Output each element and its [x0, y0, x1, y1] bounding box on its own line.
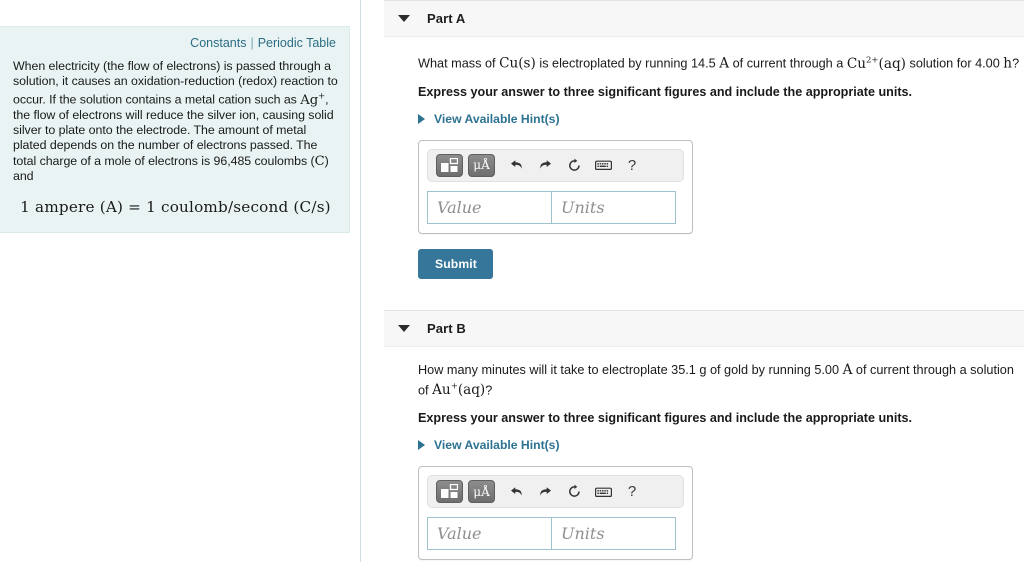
- q-text-2: is electroplated by running 14.5: [535, 56, 720, 71]
- copper-ion-symbol: Cu2+(aq): [846, 55, 906, 72]
- part-a-body: What mass of Cu(s) is electroplated by r…: [384, 37, 1024, 279]
- help-icon[interactable]: ?: [619, 154, 645, 177]
- keyboard-glyph: [594, 160, 612, 171]
- units-micro-angstrom-icon[interactable]: μÅ: [468, 480, 495, 504]
- template-blocks-icon[interactable]: [436, 480, 463, 504]
- undo-icon[interactable]: [503, 154, 529, 177]
- constants-link[interactable]: Constants: [190, 36, 246, 50]
- part-b-units-input[interactable]: [551, 517, 676, 551]
- units-button-label: μÅ: [473, 484, 490, 499]
- reset-glyph: [568, 158, 580, 171]
- redo-icon[interactable]: [532, 480, 558, 503]
- undo-icon[interactable]: [503, 480, 529, 503]
- redo-icon[interactable]: [532, 154, 558, 177]
- gold-ion-symbol: Au+(aq): [432, 381, 486, 399]
- part-a-spacer: [384, 279, 1024, 310]
- reset-icon[interactable]: [561, 154, 587, 177]
- part-a-answer-toolbar: μÅ ?: [427, 148, 684, 182]
- template-blocks-glyph: [441, 484, 458, 499]
- part-b-instruction: Express your answer to three significant…: [418, 411, 913, 426]
- template-blocks-icon[interactable]: [436, 153, 463, 177]
- reset-icon[interactable]: [561, 480, 587, 503]
- undo-glyph: [510, 160, 522, 169]
- part-b-hint-label: View Available Hint(s): [434, 438, 560, 453]
- part-a-answer-box: μÅ ? Value Units: [418, 139, 693, 234]
- part-a-question: What mass of Cu(s) is electroplated by r…: [418, 52, 1024, 73]
- silver-cation-symbol: Ag+: [300, 91, 326, 108]
- help-icon[interactable]: ?: [619, 480, 645, 503]
- chevron-right-icon: [418, 440, 425, 451]
- q-text-5: ?: [1012, 56, 1020, 71]
- part-a-answer-fields: [427, 190, 684, 224]
- part-b-body: How many minutes will it take to electro…: [384, 347, 1024, 562]
- link-separator: |: [250, 36, 254, 50]
- ampere-unit: A: [719, 55, 730, 72]
- help-label: ?: [627, 156, 637, 174]
- q-text-3: of current through a: [729, 56, 847, 71]
- part-a-submit-button[interactable]: Submit: [418, 248, 493, 279]
- reference-links: Constants | Periodic Table: [13, 35, 338, 51]
- part-a-units-input[interactable]: [551, 190, 676, 224]
- chevron-down-icon[interactable]: [398, 15, 410, 22]
- intro-card: Constants | Periodic Table When electricit…: [0, 26, 350, 234]
- chevron-down-icon[interactable]: [398, 324, 410, 332]
- part-b-hint-link[interactable]: View Available Hint(s): [418, 438, 1024, 452]
- hour-unit: h: [1003, 55, 1013, 72]
- units-micro-angstrom-icon[interactable]: μÅ: [468, 153, 495, 177]
- q-text-1: What mass of: [418, 56, 500, 71]
- right-question-panel: Part A What mass of Cu(s) is electroplat…: [384, 0, 1024, 562]
- intro-paragraph: When electricity (the flow of electrons)…: [13, 59, 338, 184]
- part-a-instruction: Express your answer to three significant…: [418, 84, 913, 99]
- keyboard-icon[interactable]: [590, 154, 616, 177]
- copper-solid-symbol: Cu(s): [499, 55, 536, 72]
- template-blocks-glyph: [441, 157, 458, 172]
- units-button-label: μÅ: [473, 158, 490, 173]
- keyboard-icon[interactable]: [590, 480, 616, 503]
- help-label: ?: [627, 483, 637, 501]
- intro-text-part-1: When electricity (the flow of electrons)…: [13, 59, 338, 107]
- coulomb-symbol: C: [314, 153, 325, 169]
- part-a-hint-label: View Available Hint(s): [434, 111, 560, 126]
- part-b-answer-fields: [427, 517, 684, 551]
- chevron-right-icon: [418, 113, 425, 124]
- ampere-unit: A: [842, 361, 853, 378]
- part-b-value-input[interactable]: [427, 517, 551, 551]
- part-b-block: Part B How many minutes will it take to …: [384, 309, 1024, 562]
- ampere-equation: 1 ampere (A) = 1 coulomb/second (C/s): [20, 198, 331, 217]
- q-text-1: How many minutes will it take to electro…: [418, 362, 843, 377]
- undo-glyph: [510, 486, 522, 496]
- q-text-4: solution for 4.00: [905, 56, 1004, 71]
- part-a-hint-link[interactable]: View Available Hint(s): [418, 112, 1024, 126]
- q-text-3: ?: [485, 383, 493, 398]
- redo-glyph: [539, 160, 551, 169]
- redo-glyph: [539, 486, 551, 496]
- part-b-answer-box: μÅ ? Value Units: [418, 466, 693, 561]
- part-b-title: Part B: [427, 320, 466, 336]
- periodic-table-link[interactable]: Periodic Table: [258, 36, 336, 50]
- page-root: Constants | Periodic Table When electricit…: [0, 0, 1024, 562]
- part-a-block: Part A What mass of Cu(s) is electroplat…: [384, 0, 1024, 310]
- left-reference-panel: Constants | Periodic Table When electricit…: [0, 0, 361, 562]
- part-b-answer-toolbar: μÅ ?: [427, 475, 684, 509]
- part-a-header[interactable]: Part A: [384, 0, 1024, 37]
- part-a-title: Part A: [427, 11, 466, 26]
- keyboard-glyph: [594, 487, 612, 497]
- reset-glyph: [568, 484, 580, 497]
- part-b-question: How many minutes will it take to electro…: [418, 362, 1024, 400]
- part-b-header[interactable]: Part B: [384, 309, 1024, 347]
- part-a-value-input[interactable]: [427, 190, 551, 224]
